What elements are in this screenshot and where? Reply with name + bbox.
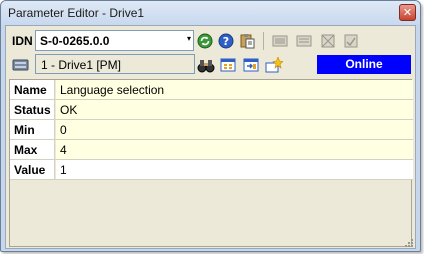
row-value: 4	[56, 140, 413, 159]
row-label: Max	[10, 140, 55, 159]
parameter-grid: Name Language selection Status OK Min 0 …	[9, 79, 413, 247]
grid-row-status: Status OK	[10, 100, 413, 120]
title-bar[interactable]: Parameter Editor - Drive1 ✕	[1, 1, 420, 25]
grid-row-name: Name Language selection	[10, 80, 413, 100]
row-label: Value	[10, 160, 55, 179]
idn-value: S-0-0265.0.0	[40, 34, 110, 48]
row-label: Name	[10, 80, 55, 99]
window-title: Parameter Editor - Drive1	[8, 6, 145, 20]
row-value: 0	[56, 120, 413, 139]
drive-name: 1 - Drive1 [PM]	[41, 58, 122, 72]
grid-view-icon[interactable]	[219, 56, 237, 74]
list-icon-2[interactable]	[295, 32, 313, 50]
grid-icon-2[interactable]	[342, 32, 360, 50]
row-label: Status	[10, 100, 55, 119]
connection-status-badge: Online	[317, 55, 411, 74]
parameter-editor-window: Parameter Editor - Drive1 ✕ IDN S-0-0265…	[0, 0, 421, 252]
refresh-icon[interactable]	[196, 32, 214, 50]
help-icon[interactable]: ?	[217, 32, 235, 50]
grid-row-max: Max 4	[10, 140, 413, 160]
grid-row-min: Min 0	[10, 120, 413, 140]
import-icon[interactable]	[242, 56, 260, 74]
resize-grip-icon[interactable]	[403, 236, 413, 247]
star-burst-icon[interactable]	[265, 56, 283, 74]
drive-icon	[11, 57, 31, 73]
chevron-down-icon[interactable]: ▾	[187, 34, 191, 43]
close-button[interactable]: ✕	[399, 4, 416, 21]
binoculars-icon[interactable]	[197, 56, 215, 74]
client-area: IDN S-0-0265.0.0 ▾ ? 1 - Drive1 [PM] Onl…	[5, 25, 416, 249]
toolbar-separator	[263, 32, 264, 50]
value-input[interactable]: 1	[56, 160, 413, 179]
row-value: Language selection	[56, 80, 413, 99]
svg-text:?: ?	[223, 35, 229, 48]
close-icon: ✕	[402, 6, 413, 19]
row-value: OK	[56, 100, 413, 119]
idn-label: IDN	[12, 34, 33, 48]
idn-combobox[interactable]: S-0-0265.0.0 ▾	[35, 30, 194, 51]
list-icon-1[interactable]	[271, 32, 289, 50]
clipboard-paste-icon[interactable]	[238, 32, 256, 50]
grid-row-value: Value 1	[10, 160, 413, 180]
row-label: Min	[10, 120, 55, 139]
drive-selector[interactable]: 1 - Drive1 [PM]	[35, 54, 195, 74]
grid-icon-1[interactable]	[319, 32, 337, 50]
